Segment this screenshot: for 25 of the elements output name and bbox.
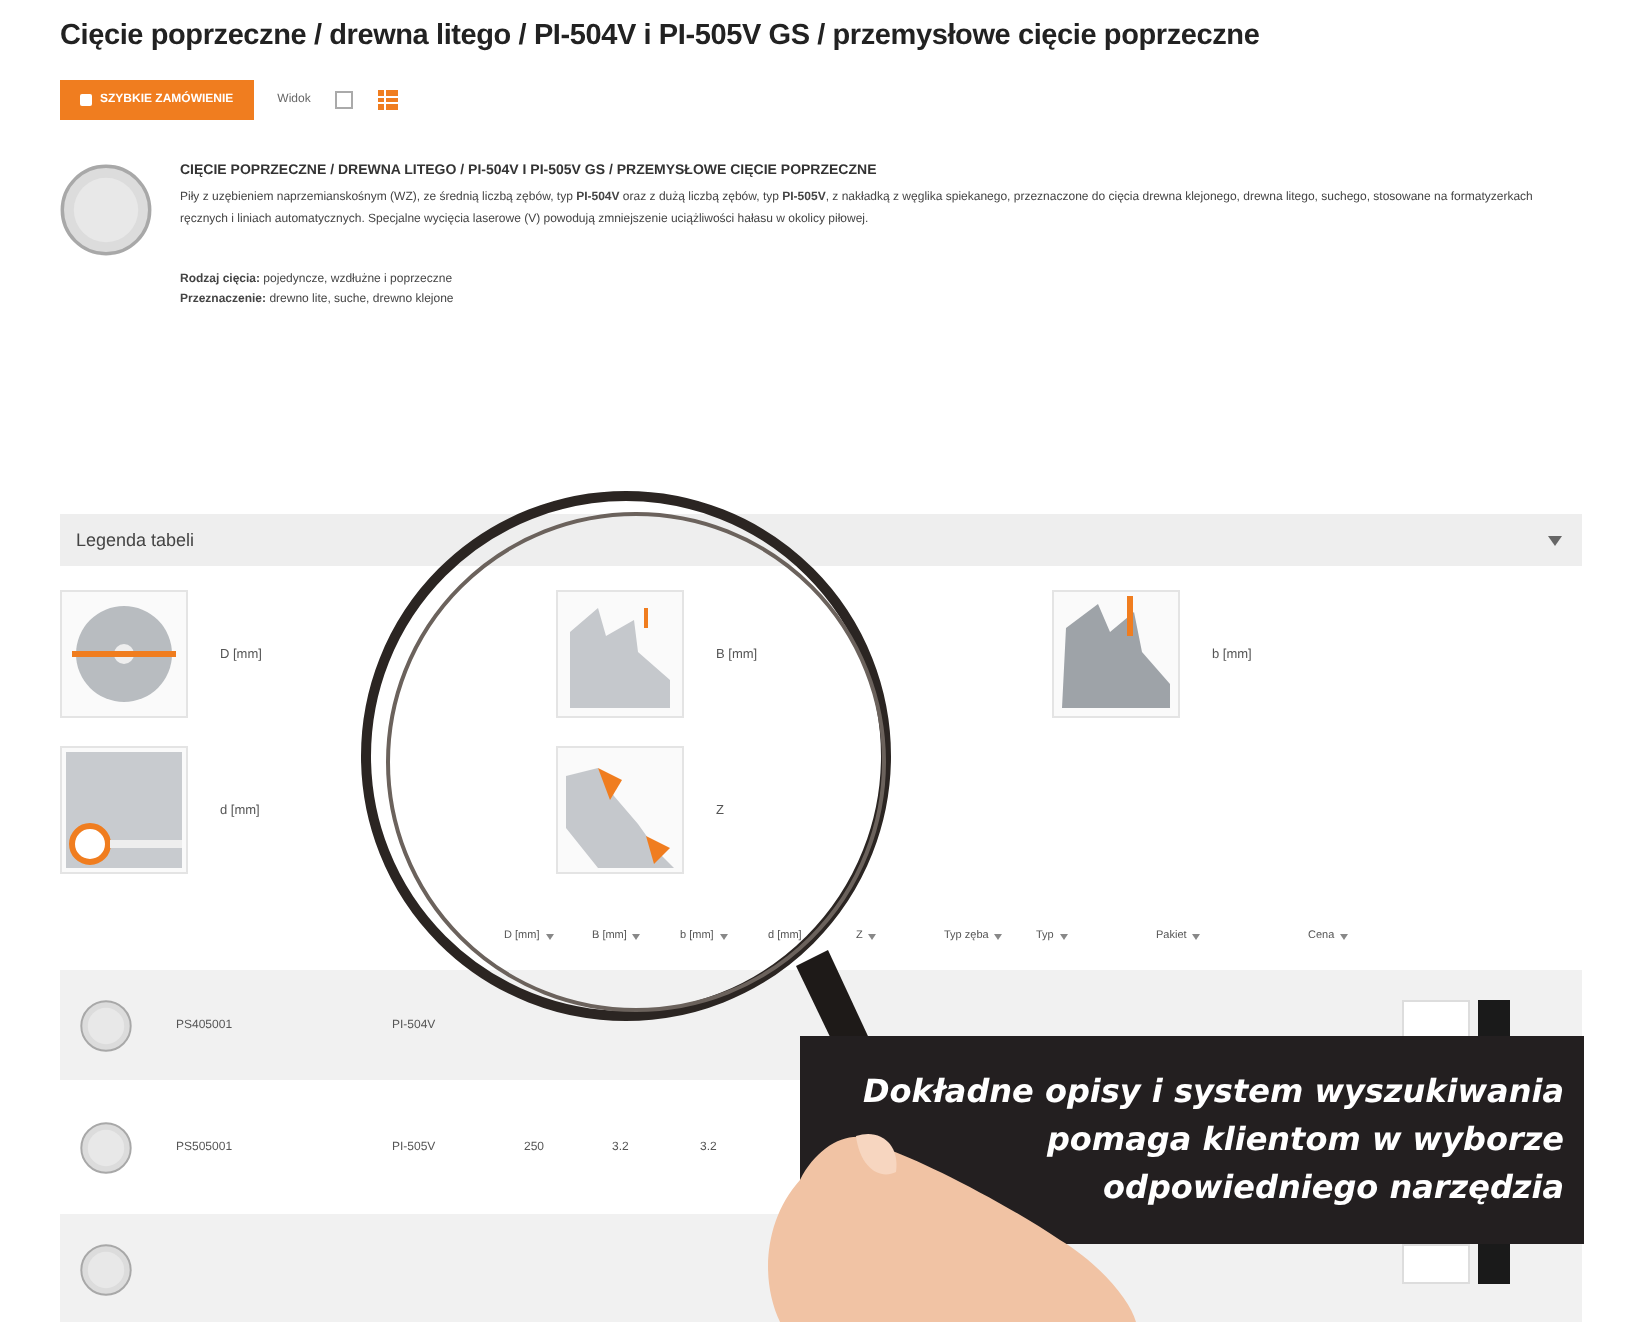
saw-blade-icon [60, 164, 152, 256]
sort-caret-icon[interactable] [545, 933, 554, 939]
saw-blade-icon [80, 999, 132, 1051]
legend-title: Legenda tabeli [76, 530, 195, 550]
sort-caret-icon[interactable] [1340, 933, 1349, 939]
square-view-icon[interactable] [334, 90, 355, 110]
sort-caret-icon[interactable] [1192, 933, 1201, 939]
legend-header[interactable]: Legenda tabeli [60, 514, 1582, 566]
page-title: Cięcie poprzeczne / drewna litego / PI-504V i PI-505V GS / przemysłowe cięcie poprzeczne [60, 20, 1262, 52]
caption-line: pomaga klientom w wyborze [1046, 1118, 1564, 1162]
sort-caret-icon[interactable] [868, 933, 877, 939]
blade-diagram-icon [62, 748, 186, 872]
caption-line: Dokładne opisy i system wyszukiwania [862, 1070, 1564, 1114]
sort-caret-icon[interactable] [1059, 933, 1068, 939]
sort-caret-icon[interactable] [994, 933, 1003, 939]
caption-line: odpowiedniego narzędzia [1103, 1166, 1564, 1210]
quantity-field[interactable] [1402, 1243, 1470, 1283]
sort-caret-icon[interactable] [632, 933, 641, 939]
saw-blade-icon [80, 1243, 132, 1295]
add-button[interactable] [1478, 999, 1510, 1039]
list-view-icon[interactable] [378, 90, 399, 110]
sort-caret-icon[interactable] [719, 933, 728, 939]
saw-blade-icon [80, 1121, 132, 1173]
quantity-field[interactable] [1402, 999, 1470, 1039]
caret-icon [1548, 535, 1562, 545]
